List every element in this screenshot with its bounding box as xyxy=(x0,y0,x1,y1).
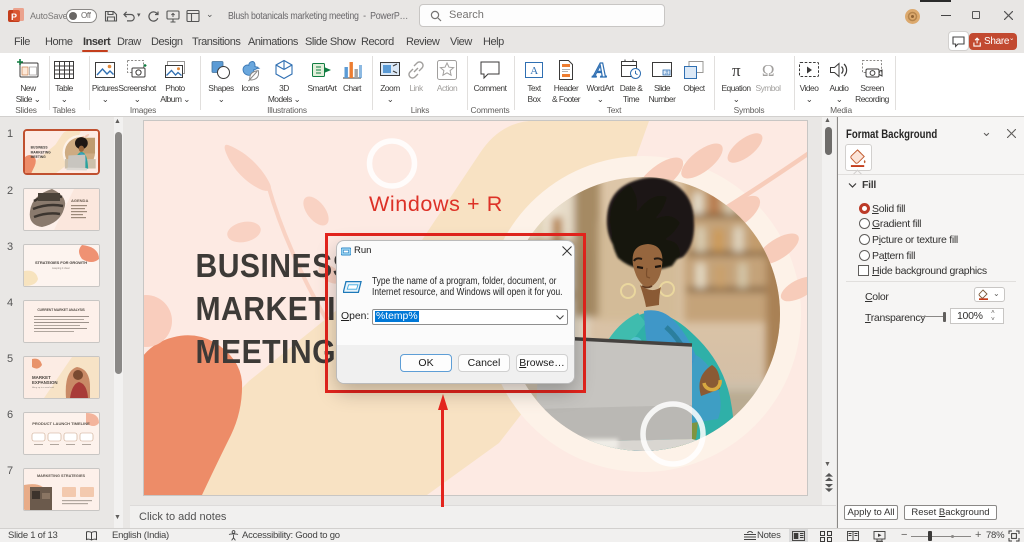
svg-text:P: P xyxy=(11,12,17,22)
svg-text:Windows + R: Windows + R xyxy=(369,192,503,216)
svg-text:keeping it clear: keeping it clear xyxy=(52,266,70,270)
svg-text:MARKETING: MARKETING xyxy=(31,150,51,154)
svg-text:BUSINESS: BUSINESS xyxy=(31,145,48,149)
svg-text:MARKETING STRATEGIES: MARKETING STRATEGIES xyxy=(37,474,85,478)
svg-text:PRODUCT LAUNCH TIMELINE: PRODUCT LAUNCH TIMELINE xyxy=(32,421,90,426)
svg-text:MEETING: MEETING xyxy=(31,155,46,159)
svg-text:CURRENT MARKET ANALYSIS: CURRENT MARKET ANALYSIS xyxy=(37,308,85,312)
svg-text:π: π xyxy=(732,61,741,80)
svg-text:AGENDA: AGENDA xyxy=(71,198,88,203)
svg-text:EXPANSION: EXPANSION xyxy=(32,380,58,385)
svg-text:A: A xyxy=(530,65,538,77)
svg-text:Ω: Ω xyxy=(762,61,774,80)
svg-text:lifting up to a new level: lifting up to a new level xyxy=(32,386,55,389)
svg-text:A: A xyxy=(591,58,607,82)
svg-text:STRATEGIES FOR GROWTH: STRATEGIES FOR GROWTH xyxy=(35,260,87,265)
svg-text:MEETING: MEETING xyxy=(196,333,336,371)
